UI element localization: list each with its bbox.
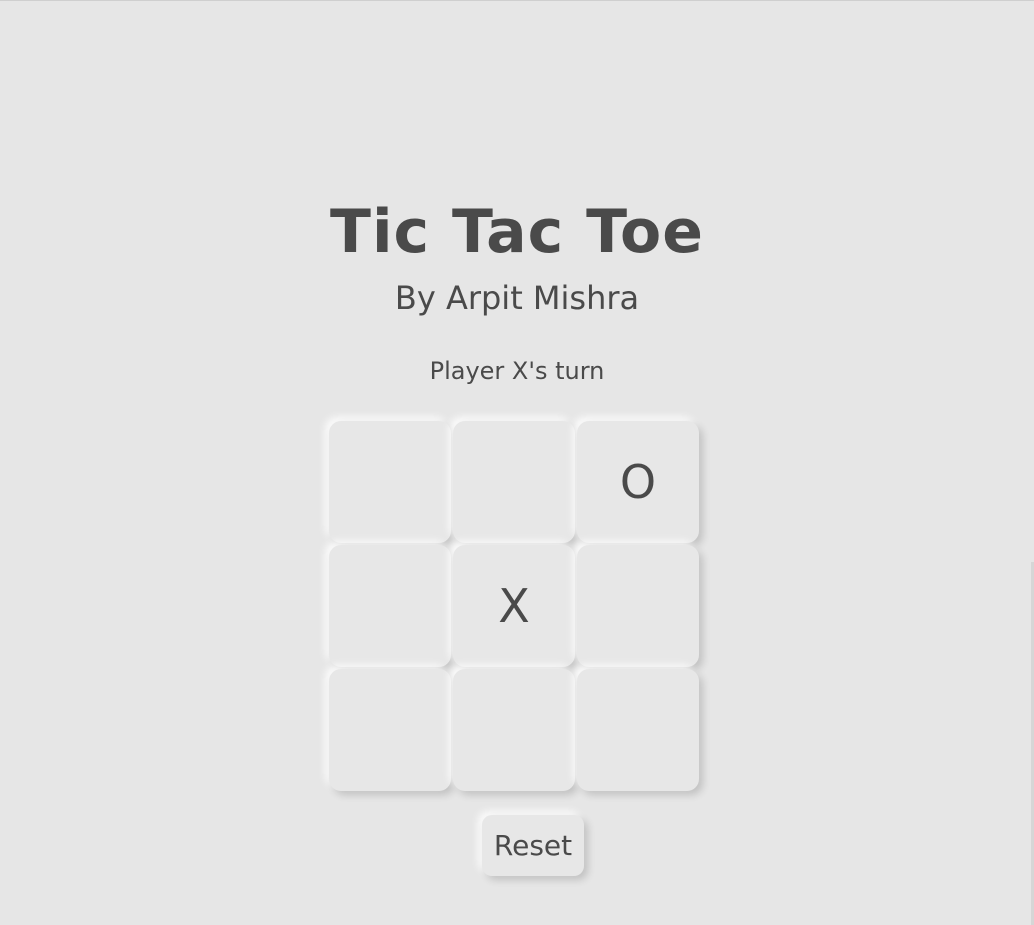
window-top-border xyxy=(0,0,1034,1)
board-cell-1[interactable] xyxy=(453,421,575,543)
page-title: Tic Tac Toe xyxy=(330,197,704,267)
board-cell-4[interactable]: X xyxy=(453,545,575,667)
board-cell-8[interactable] xyxy=(577,669,699,791)
game-board: O X xyxy=(328,420,700,792)
board-cell-0[interactable] xyxy=(329,421,451,543)
board-cell-3[interactable] xyxy=(329,545,451,667)
board-cell-7[interactable] xyxy=(453,669,575,791)
board-cell-2[interactable]: O xyxy=(577,421,699,543)
turn-status: Player X's turn xyxy=(429,357,605,385)
author-subtitle: By Arpit Mishra xyxy=(394,279,640,317)
board-cell-5[interactable] xyxy=(577,545,699,667)
reset-button[interactable]: Reset xyxy=(482,815,584,876)
board-cell-6[interactable] xyxy=(329,669,451,791)
